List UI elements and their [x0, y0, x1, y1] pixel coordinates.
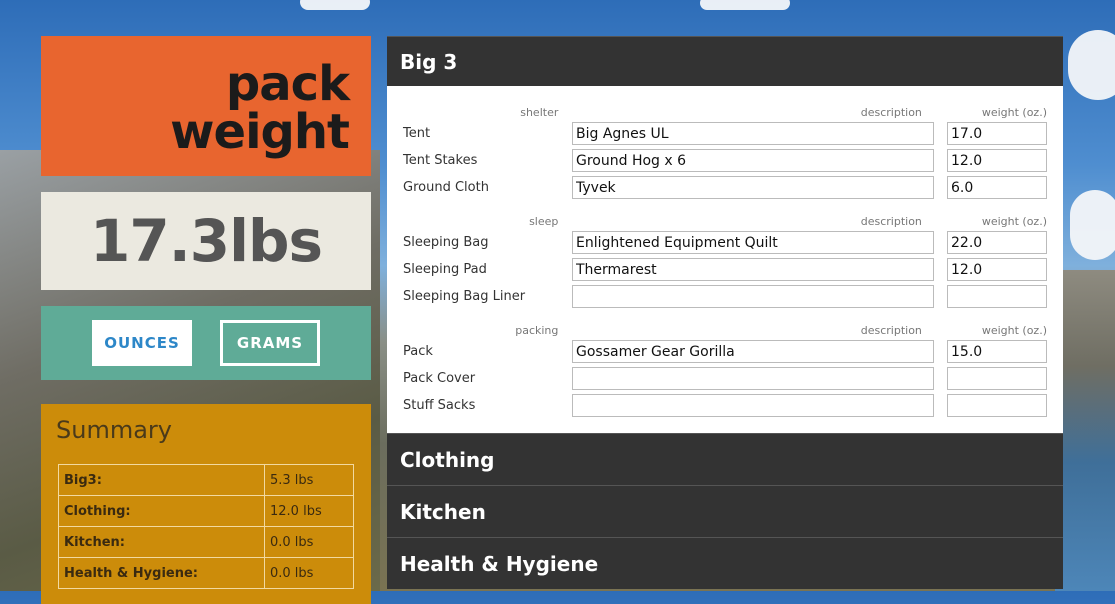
group-category: shelter: [520, 105, 559, 119]
gear-row: Tent: [403, 120, 1047, 147]
description-input[interactable]: [572, 149, 934, 172]
gear-row: Pack Cover: [403, 365, 1047, 392]
summary-panel: Summary Big3: 5.3 lbs Clothing: 12.0 lbs…: [41, 404, 371, 604]
group-header: sleep description weight (oz.): [403, 213, 1047, 229]
item-name: Sleeping Bag Liner: [403, 289, 526, 304]
item-name: Tent Stakes: [403, 153, 478, 168]
background-cloud: [1070, 190, 1115, 260]
section-header-kitchen[interactable]: Kitchen: [387, 485, 1063, 537]
total-weight-panel: 17.3lbs: [41, 192, 371, 290]
item-name: Sleeping Pad: [403, 262, 487, 277]
gear-group-packing: packing description weight (oz.) Pack Pa…: [403, 322, 1047, 419]
gear-group-shelter: shelter description weight (oz.) Tent Te…: [403, 104, 1047, 201]
total-weight-value: 17.3lbs: [89, 207, 323, 275]
weight-input[interactable]: [947, 258, 1047, 281]
description-header: description: [860, 323, 922, 337]
logo-line-2: weight: [170, 104, 350, 160]
summary-row: Kitchen: 0.0 lbs: [58, 526, 354, 558]
grams-button[interactable]: GRAMS: [220, 320, 320, 366]
app-logo: pack weight: [41, 36, 371, 176]
summary-value: 12.0 lbs: [264, 495, 354, 527]
weight-header: weight (oz.): [981, 323, 1047, 337]
summary-value: 0.0 lbs: [264, 526, 354, 558]
background-cloud: [1068, 30, 1115, 100]
gear-row: Sleeping Bag Liner: [403, 283, 1047, 310]
summary-label: Big3:: [58, 464, 265, 496]
background-cloud: [700, 0, 790, 10]
summary-value: 0.0 lbs: [264, 557, 354, 589]
item-name: Tent: [403, 126, 431, 141]
description-input[interactable]: [572, 340, 934, 363]
description-input[interactable]: [572, 258, 934, 281]
section-body-big3: shelter description weight (oz.) Tent Te…: [387, 86, 1063, 433]
logo-line-1: pack: [225, 56, 350, 112]
gear-row: Sleeping Bag: [403, 229, 1047, 256]
summary-title: Summary: [56, 416, 172, 444]
group-header: packing description weight (oz.): [403, 322, 1047, 338]
gear-row: Stuff Sacks: [403, 392, 1047, 419]
summary-label: Clothing:: [58, 495, 265, 527]
item-name: Ground Cloth: [403, 180, 489, 195]
summary-row: Health & Hygiene: 0.0 lbs: [58, 557, 354, 589]
ounces-button[interactable]: OUNCES: [92, 320, 192, 366]
gear-row: Sleeping Pad: [403, 256, 1047, 283]
item-name: Stuff Sacks: [403, 398, 476, 413]
description-input[interactable]: [572, 394, 934, 417]
group-category: sleep: [529, 214, 559, 228]
gear-row: Ground Cloth: [403, 174, 1047, 201]
weight-input[interactable]: [947, 176, 1047, 199]
section-header-big3[interactable]: Big 3: [387, 36, 1063, 86]
section-header-clothing[interactable]: Clothing: [387, 433, 1063, 485]
weight-input[interactable]: [947, 394, 1047, 417]
summary-table: Big3: 5.3 lbs Clothing: 12.0 lbs Kitchen…: [58, 464, 354, 589]
weight-input[interactable]: [947, 122, 1047, 145]
summary-row: Clothing: 12.0 lbs: [58, 495, 354, 527]
gear-row: Tent Stakes: [403, 147, 1047, 174]
weight-header: weight (oz.): [981, 105, 1047, 119]
group-header: shelter description weight (oz.): [403, 104, 1047, 120]
gear-group-sleep: sleep description weight (oz.) Sleeping …: [403, 213, 1047, 310]
weight-input[interactable]: [947, 149, 1047, 172]
description-input[interactable]: [572, 231, 934, 254]
description-header: description: [860, 214, 922, 228]
gear-row: Pack: [403, 338, 1047, 365]
summary-label: Kitchen:: [58, 526, 265, 558]
item-name: Pack Cover: [403, 371, 476, 386]
summary-value: 5.3 lbs: [264, 464, 354, 496]
summary-label: Health & Hygiene:: [58, 557, 265, 589]
weight-header: weight (oz.): [981, 214, 1047, 228]
weight-input[interactable]: [947, 285, 1047, 308]
weight-input[interactable]: [947, 231, 1047, 254]
section-header-health-hygiene[interactable]: Health & Hygiene: [387, 537, 1063, 589]
group-category: packing: [515, 323, 559, 337]
description-header: description: [860, 105, 922, 119]
item-name: Pack: [403, 344, 433, 359]
gear-sections: Big 3 shelter description weight (oz.) T…: [387, 36, 1063, 589]
item-name: Sleeping Bag: [403, 235, 489, 250]
description-input[interactable]: [572, 285, 934, 308]
description-input[interactable]: [572, 122, 934, 145]
background-lake-right: [1055, 270, 1115, 591]
summary-row: Big3: 5.3 lbs: [58, 464, 354, 496]
background-cloud: [300, 0, 370, 10]
description-input[interactable]: [572, 367, 934, 390]
weight-input[interactable]: [947, 367, 1047, 390]
description-input[interactable]: [572, 176, 934, 199]
unit-toggle: OUNCES GRAMS: [41, 306, 371, 380]
weight-input[interactable]: [947, 340, 1047, 363]
